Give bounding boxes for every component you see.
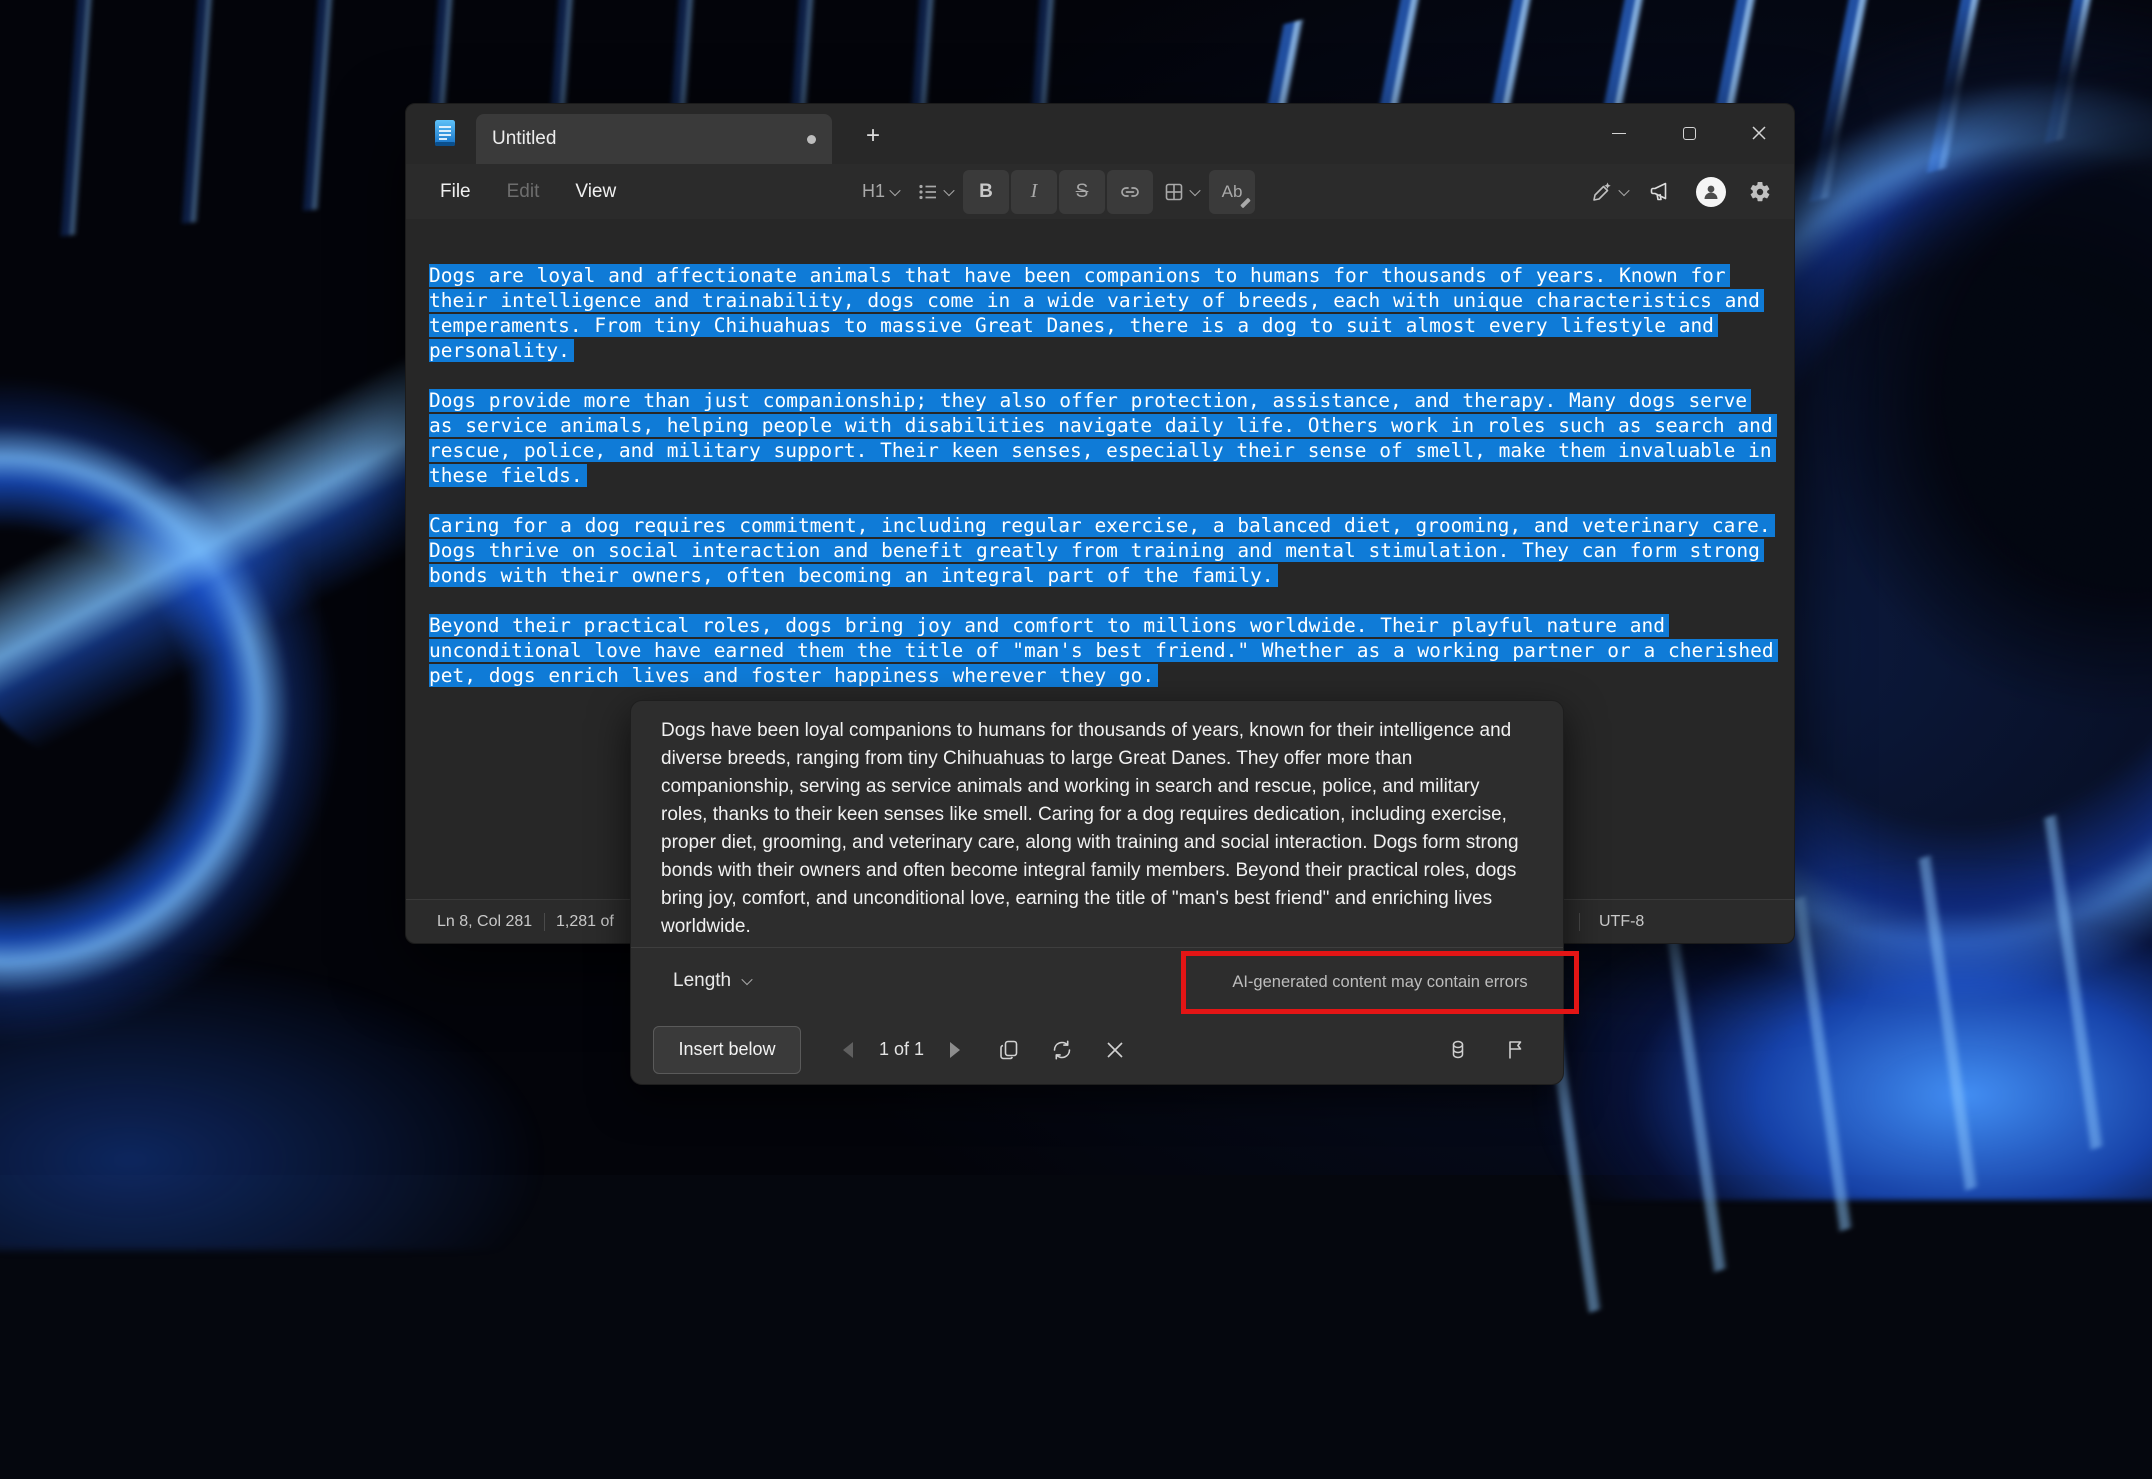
avatar (1696, 177, 1726, 207)
italic-icon: I (1031, 180, 1038, 203)
italic-button[interactable]: I (1011, 170, 1057, 214)
feedback-button[interactable] (1642, 170, 1682, 214)
titlebar-right-toolbar (1584, 164, 1780, 219)
paragraph: Dogs are loyal and affectionate animals … (429, 263, 1794, 363)
copy-button[interactable] (988, 1029, 1030, 1071)
copy-icon (997, 1038, 1021, 1062)
cursor-position: Ln 8, Col 281 (437, 900, 532, 943)
notepad-icon (432, 119, 458, 149)
clear-format-button[interactable]: Ab (1209, 170, 1255, 214)
next-icon[interactable] (950, 1042, 960, 1058)
clear-format-icon: Ab (1222, 182, 1243, 202)
tab-title: Untitled (492, 128, 556, 150)
insert-below-button[interactable]: Insert below (653, 1026, 801, 1074)
annotation-red-box: AI-generated content may contain errors (1181, 951, 1579, 1014)
ai-summary-popup: Dogs have been loyal companions to human… (630, 700, 1564, 1085)
length-label: Length (673, 970, 731, 992)
popup-meta-icons (1437, 1029, 1537, 1071)
heading-dropdown[interactable]: H1 (854, 170, 907, 214)
table-dropdown[interactable] (1155, 170, 1207, 214)
refresh-icon (1050, 1038, 1074, 1062)
maximize-icon (1683, 127, 1696, 140)
statusbar-divider (544, 913, 545, 931)
selected-text-line: their intelligence and trainability, dog… (429, 288, 1794, 313)
wallpaper-bottomleft-glow (0, 950, 550, 1250)
char-count: 1,281 of (556, 900, 614, 943)
selected-text-line: Dogs provide more than just companionshi… (429, 388, 1794, 413)
close-button[interactable] (1724, 104, 1794, 162)
new-tab-button[interactable]: + (854, 119, 892, 153)
chevron-down-icon (943, 184, 954, 195)
strikethrough-icon: S (1076, 181, 1089, 203)
selected-text-line: these fields. (429, 463, 1794, 488)
report-button[interactable] (1495, 1029, 1537, 1071)
strikethrough-button[interactable]: S (1059, 170, 1105, 214)
bold-icon: B (979, 181, 993, 203)
selected-text-line: as service animals, helping people with … (429, 413, 1794, 438)
close-icon (1752, 126, 1766, 140)
list-dropdown[interactable] (909, 170, 961, 214)
ai-disclaimer-text: AI-generated content may contain errors (1232, 973, 1527, 992)
chevron-down-icon (1618, 184, 1629, 195)
ai-rewrite-pen-icon (1590, 180, 1614, 204)
chevron-down-icon (889, 184, 900, 195)
menu-view[interactable]: View (559, 173, 632, 211)
selected-text-line: personality. (429, 338, 1794, 363)
popup-actions-row: Insert below 1 of 1 (631, 1013, 1563, 1086)
chevron-down-icon (1189, 184, 1200, 195)
paragraph: Beyond their practical roles, dogs bring… (429, 613, 1794, 688)
account-button[interactable] (1690, 170, 1732, 214)
titlebar[interactable]: Untitled + (406, 104, 1794, 164)
selected-text-line: Beyond their practical roles, dogs bring… (429, 613, 1794, 638)
editor-text: Dogs are loyal and affectionate animals … (429, 263, 1794, 688)
selected-text-line: Dogs are loyal and affectionate animals … (429, 263, 1794, 288)
selected-text-line: unconditional love have earned them the … (429, 638, 1794, 663)
megaphone-icon (1649, 179, 1675, 205)
selected-text-line: temperaments. From tiny Chihuahuas to ma… (429, 313, 1794, 338)
minimize-icon (1612, 133, 1626, 134)
selected-text-line: Dogs thrive on social interaction and be… (429, 538, 1794, 563)
selected-text-line: Caring for a dog requires commitment, in… (429, 513, 1794, 538)
format-toolbar: H1 B I S Ab (854, 164, 1255, 219)
encoding: UTF-8 (1599, 900, 1644, 943)
settings-button[interactable] (1740, 170, 1780, 214)
link-icon (1118, 180, 1142, 204)
person-icon (1701, 182, 1721, 202)
chevron-down-icon (741, 973, 752, 984)
tab-untitled[interactable]: Untitled (476, 114, 832, 164)
link-button[interactable] (1107, 170, 1153, 214)
selected-text-line: pet, dogs enrich lives and foster happin… (429, 663, 1794, 688)
paragraph: Dogs provide more than just companionshi… (429, 388, 1794, 488)
minimize-button[interactable] (1584, 104, 1654, 162)
table-icon (1163, 181, 1185, 203)
bullet-list-icon (917, 181, 939, 203)
maximize-button[interactable] (1654, 104, 1724, 162)
selected-text-line: bonds with their owners, often becoming … (429, 563, 1794, 588)
paragraph: Caring for a dog requires commitment, in… (429, 513, 1794, 588)
length-dropdown[interactable]: Length (663, 962, 761, 1000)
pager: 1 of 1 (843, 1039, 960, 1060)
menu-file[interactable]: File (424, 173, 487, 211)
previous-icon[interactable] (843, 1042, 853, 1058)
credits-button[interactable] (1437, 1029, 1479, 1071)
dismiss-button[interactable] (1094, 1029, 1136, 1071)
ai-summary-text: Dogs have been loyal companions to human… (661, 717, 1521, 945)
close-icon (1105, 1040, 1125, 1060)
report-flag-icon (1504, 1038, 1528, 1062)
heading-label: H1 (862, 181, 885, 202)
page-indicator: 1 of 1 (879, 1039, 924, 1060)
rewrite-dropdown[interactable] (1584, 170, 1634, 214)
popup-action-icons (988, 1029, 1136, 1071)
statusbar-divider (1579, 913, 1580, 931)
credits-coins-icon (1446, 1038, 1470, 1062)
menu-edit[interactable]: Edit (491, 173, 556, 211)
selected-text-line: rescue, police, and military support. Th… (429, 438, 1794, 463)
unsaved-indicator-dot (807, 135, 816, 144)
regenerate-button[interactable] (1041, 1029, 1083, 1071)
gear-icon (1748, 180, 1772, 204)
bold-button[interactable]: B (963, 170, 1009, 214)
